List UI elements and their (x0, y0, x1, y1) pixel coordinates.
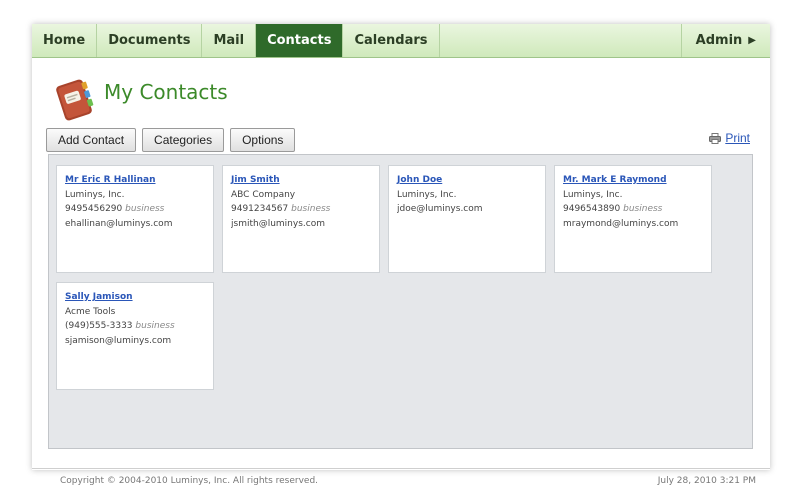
copyright-text: Copyright © 2004-2010 Luminys, Inc. All … (60, 476, 319, 486)
contact-email: ehallinan@luminys.com (65, 218, 173, 229)
printer-icon (709, 132, 722, 144)
contact-company: Luminys, Inc. (65, 189, 125, 200)
contact-card: Mr. Mark E Raymond Luminys, Inc. 9496543… (554, 165, 712, 273)
footer-timestamp: July 28, 2010 3:21 PM (657, 476, 756, 486)
contact-company: Acme Tools (65, 306, 116, 317)
admin-menu[interactable]: Admin ▶ (682, 24, 770, 57)
contact-email: jsmith@luminys.com (231, 218, 325, 229)
nav-spacer (440, 24, 682, 57)
contact-phone-type: business (291, 204, 331, 214)
contact-company: Luminys, Inc. (397, 189, 457, 200)
tab-calendars[interactable]: Calendars (343, 24, 440, 57)
contact-card: Jim Smith ABC Company 9491234567 busines… (222, 165, 380, 273)
contact-phone-row: 9495456290 business (65, 202, 205, 217)
contact-card: Mr Eric R Hallinan Luminys, Inc. 9495456… (56, 165, 214, 273)
app-window: Home Documents Mail Contacts Calendars A… (32, 24, 770, 486)
contact-phone: 9495456290 (65, 204, 123, 214)
tab-home[interactable]: Home (32, 24, 98, 57)
contact-email: mraymond@luminys.com (563, 218, 679, 229)
print-link[interactable]: Print (709, 131, 750, 145)
contact-card: John Doe Luminys, Inc. jdoe@luminys.com (388, 165, 546, 273)
contacts-panel: Mr Eric R Hallinan Luminys, Inc. 9495456… (48, 154, 753, 449)
add-contact-button[interactable]: Add Contact (46, 128, 137, 152)
contact-phone: 9491234567 (231, 204, 289, 214)
contact-phone-row: (949)555-3333 business (65, 319, 205, 334)
contact-email: jdoe@luminys.com (397, 204, 483, 214)
toolbar: Add Contact Categories Options (46, 128, 296, 152)
contact-card: Sally Jamison Acme Tools (949)555-3333 b… (56, 282, 214, 390)
contact-phone-type: business (135, 321, 175, 331)
address-book-icon (56, 79, 94, 121)
contact-phone-type: business (623, 204, 663, 214)
contact-phone: (949)555-3333 (65, 321, 133, 331)
tab-contacts[interactable]: Contacts (256, 24, 344, 57)
contact-phone: 9496543890 (563, 204, 621, 214)
footer-divider (32, 468, 770, 469)
contact-email: sjamison@luminys.com (65, 335, 172, 346)
options-button[interactable]: Options (230, 128, 296, 152)
contact-cards: Mr Eric R Hallinan Luminys, Inc. 9495456… (56, 165, 746, 390)
contact-company: ABC Company (231, 189, 296, 200)
contact-name-link[interactable]: Sally Jamison (65, 290, 205, 305)
contact-name-link[interactable]: Mr. Mark E Raymond (563, 173, 703, 188)
tab-documents[interactable]: Documents (97, 24, 203, 57)
contact-company: Luminys, Inc. (563, 189, 623, 200)
categories-button[interactable]: Categories (142, 128, 225, 152)
page-title: My Contacts (104, 80, 228, 104)
contact-phone-type: business (125, 204, 165, 214)
print-label: Print (725, 131, 750, 145)
contact-name-link[interactable]: Mr Eric R Hallinan (65, 173, 205, 188)
contact-phone-row: 9491234567 business (231, 202, 371, 217)
contact-phone-row: 9496543890 business (563, 202, 703, 217)
main-nav: Home Documents Mail Contacts Calendars A… (32, 24, 770, 58)
triangle-right-icon: ▶ (748, 35, 756, 46)
contact-name-link[interactable]: Jim Smith (231, 173, 371, 188)
admin-label: Admin (695, 33, 743, 48)
contact-name-link[interactable]: John Doe (397, 173, 537, 188)
tab-mail[interactable]: Mail (202, 24, 257, 57)
